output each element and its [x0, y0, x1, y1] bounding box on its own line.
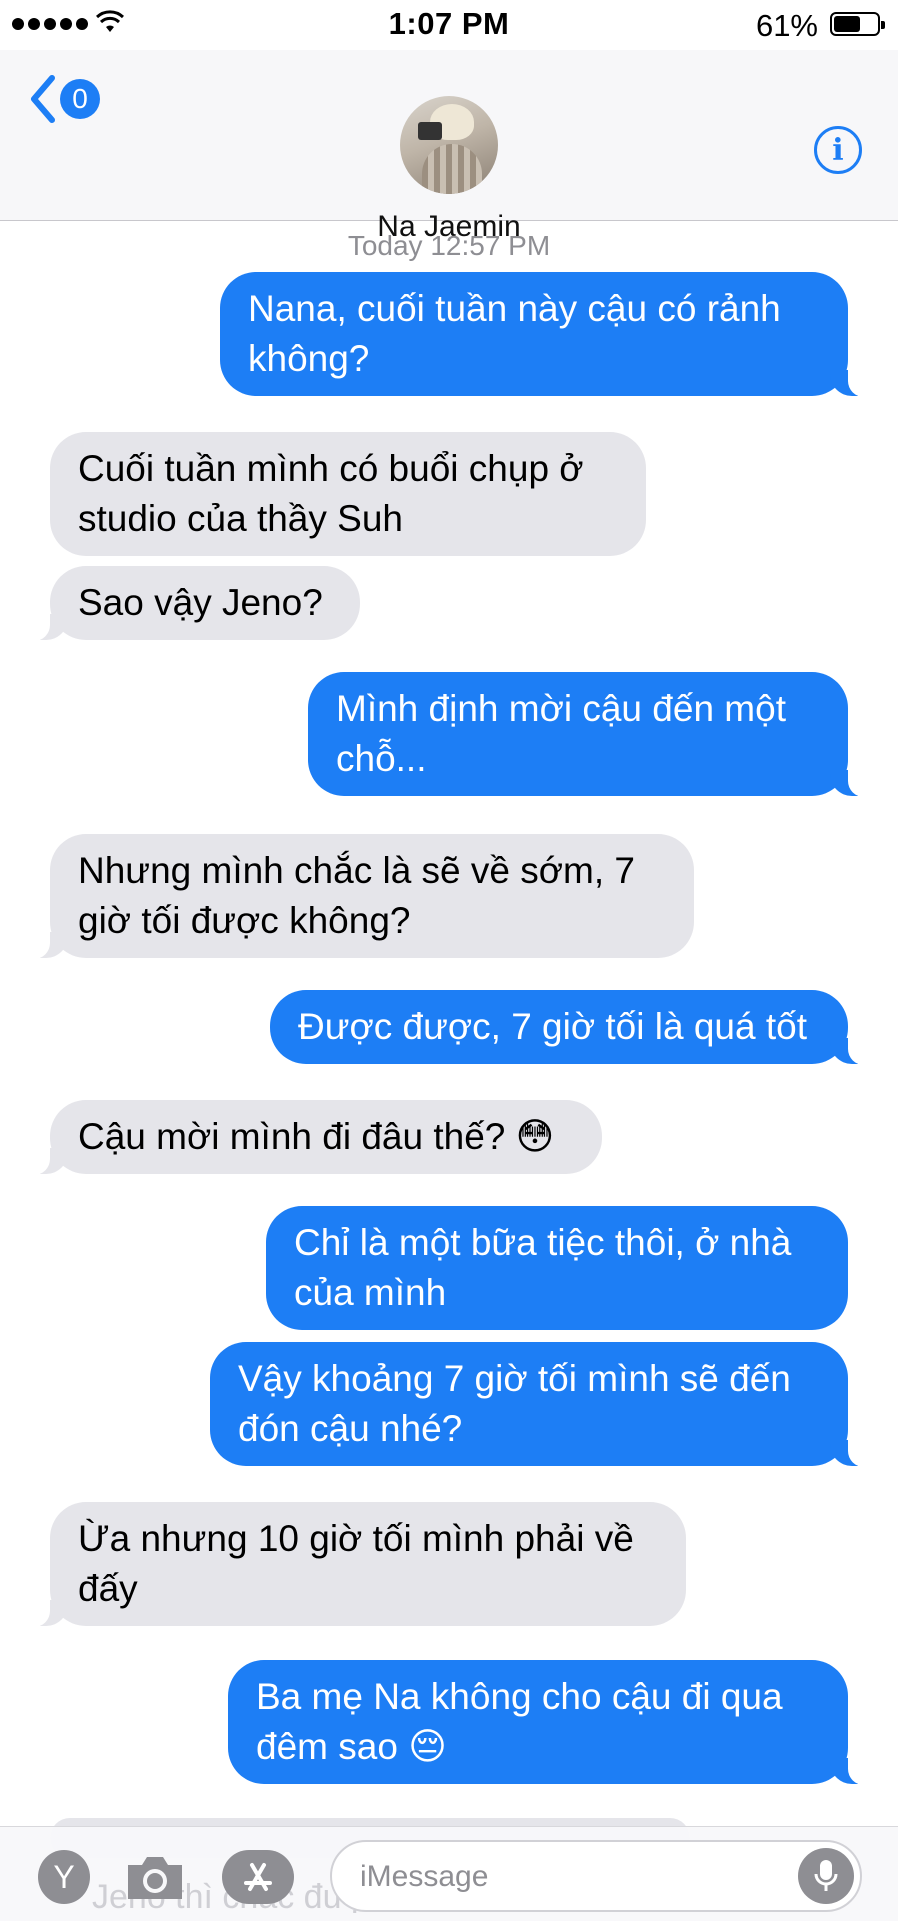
- app-store-icon: [244, 1863, 272, 1891]
- message-bubble-sent[interactable]: Mình định mời cậu đến một chỗ...: [308, 672, 872, 797]
- chevron-left-icon: [31, 75, 55, 123]
- message-bubble-sent[interactable]: Được được, 7 giờ tối là quá tốt: [270, 990, 872, 1065]
- unread-count-badge: 0: [60, 79, 100, 119]
- y-app-button[interactable]: Y: [38, 1850, 90, 1904]
- info-button[interactable]: i: [814, 126, 862, 174]
- camera-button[interactable]: [124, 1850, 186, 1904]
- message-bubble-received[interactable]: Sao vậy Jeno?: [26, 566, 360, 641]
- battery-icon: [830, 12, 885, 36]
- message-bubble-received[interactable]: Cuối tuần mình có buổi chụp ở studio của…: [50, 432, 646, 556]
- info-icon: i: [832, 132, 844, 168]
- back-button[interactable]: 0: [28, 74, 100, 124]
- microphone-button[interactable]: [798, 1848, 854, 1904]
- contact-avatar[interactable]: [400, 96, 498, 194]
- conversation-header: 0 Na Jaemin i: [0, 50, 898, 243]
- imessage-input[interactable]: [358, 1856, 782, 1898]
- status-bar: 1:07 PM 61%: [0, 0, 898, 50]
- battery-fill: [834, 16, 860, 32]
- message-bubble-received[interactable]: Nhưng mình chắc là sẽ về sớm, 7 giờ tối …: [26, 834, 694, 959]
- message-bubble-sent[interactable]: Nana, cuối tuần này cậu có rảnh không?: [220, 272, 872, 397]
- message-bubble-sent[interactable]: Chỉ là một bữa tiệc thôi, ở nhà của mình: [266, 1206, 848, 1330]
- imessage-input-field[interactable]: [330, 1840, 862, 1912]
- conversation-timestamp: Today 12:57 PM: [347, 230, 551, 261]
- camera-icon: [128, 1857, 182, 1899]
- message-bubble-sent[interactable]: Vậy khoảng 7 giờ tối mình sẽ đến đón cậu…: [210, 1342, 872, 1467]
- battery-percentage: 61%: [755, 8, 818, 43]
- app-store-button[interactable]: [222, 1850, 294, 1904]
- microphone-icon: [814, 1860, 838, 1891]
- message-bubble-received[interactable]: Cậu mời mình đi đâu thế? 😳: [26, 1100, 602, 1175]
- message-bubble-received[interactable]: Ừa nhưng 10 giờ tối mình phải về đấy: [26, 1502, 686, 1627]
- message-bubble-sent[interactable]: Ba mẹ Na không cho cậu đi qua đêm sao 😔: [228, 1660, 872, 1785]
